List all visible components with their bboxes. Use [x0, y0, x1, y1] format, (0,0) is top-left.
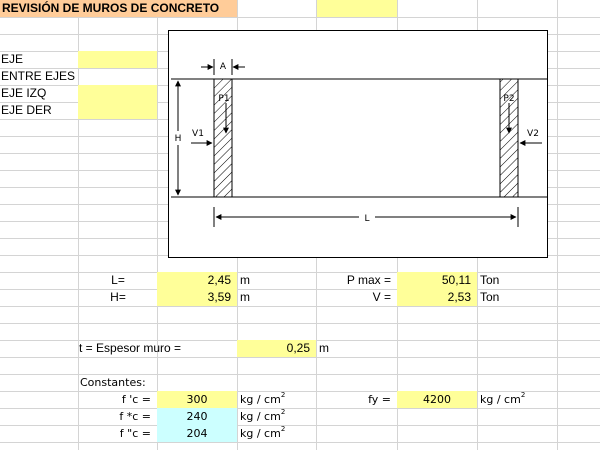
h-dim-label: H [175, 134, 182, 144]
l-param-label: L= [111, 273, 125, 287]
h-param-label: H= [110, 290, 126, 304]
l-param-unit: m [240, 273, 250, 287]
fc-star-unit: kg / cm2 [237, 408, 316, 425]
eje-input-cell[interactable] [78, 51, 157, 68]
fc-2star-value: 204 [157, 425, 237, 442]
fc-star-unit-text: kg / cm [240, 410, 281, 423]
fc-value[interactable]: 300 [157, 391, 237, 408]
l-dim-label: L [364, 214, 369, 224]
wall-diagram-svg: A H V1 V2 P1 P2 L [171, 59, 547, 227]
fc-unit-text: kg / cm [240, 393, 281, 406]
row-divider [0, 306, 600, 307]
pmax-param-label: P max = [346, 273, 391, 287]
p2-label: P2 [503, 94, 514, 104]
eje-label: EJE [1, 52, 24, 66]
thickness-unit: m [319, 341, 329, 355]
a-dim-label: A [220, 62, 227, 72]
fc-unit: kg / cm2 [237, 391, 316, 408]
spreadsheet-grid: REVISIÓN DE MUROS DE CONCRETO EJE ENTRE … [0, 0, 600, 450]
fc-2star-unit-text: kg / cm [240, 427, 281, 440]
pmax-param-unit: Ton [480, 273, 500, 287]
fy-label: fy = [368, 393, 391, 406]
v1-label: V1 [192, 129, 204, 139]
fc-star-label: f *c = [119, 410, 151, 423]
row-divider [0, 442, 600, 443]
constants-header: Constantes: [80, 376, 146, 389]
row-divider [0, 323, 600, 324]
fc-2star-label: f "c = [119, 427, 151, 440]
h-param-value[interactable]: 3,59 [157, 289, 237, 306]
wall-diagram: A H V1 V2 P1 P2 L [168, 30, 548, 258]
fy-unit-exp: 2 [520, 391, 526, 400]
thickness-label: t = Espesor muro = [79, 341, 182, 355]
entre-ejes-label: ENTRE EJES [1, 69, 76, 83]
fy-unit: kg / cm2 [477, 391, 557, 408]
fy-value[interactable]: 4200 [397, 391, 477, 408]
v-param-value[interactable]: 2,53 [397, 289, 477, 306]
fc-label: f 'c = [121, 393, 151, 406]
fc-2star-unit: kg / cm2 [237, 425, 316, 442]
eje-izq-input-cell[interactable] [78, 85, 157, 102]
v-param-label: V = [372, 290, 391, 304]
fc-2star-unit-exp: 2 [280, 425, 286, 434]
fc-unit-exp: 2 [280, 391, 286, 400]
fc-star-value: 240 [157, 408, 237, 425]
l-param-value[interactable]: 2,45 [157, 272, 237, 289]
pmax-param-value[interactable]: 50,11 [397, 272, 477, 289]
row-divider [0, 357, 600, 358]
v2-label: V2 [527, 129, 539, 139]
row-divider [0, 17, 600, 18]
eje-der-input-cell[interactable] [78, 102, 157, 119]
v-param-unit: Ton [480, 290, 500, 304]
title-input-cell[interactable] [317, 0, 397, 17]
eje-der-label: EJE DER [1, 103, 52, 117]
thickness-value[interactable]: 0,25 [237, 340, 316, 357]
eje-izq-label: EJE IZQ [1, 86, 47, 100]
fy-unit-text: kg / cm [480, 393, 521, 406]
fc-star-unit-exp: 2 [280, 408, 286, 417]
h-param-unit: m [240, 290, 250, 304]
p1-label: P1 [218, 94, 229, 104]
sheet-title: REVISIÓN DE MUROS DE CONCRETO [0, 0, 237, 17]
